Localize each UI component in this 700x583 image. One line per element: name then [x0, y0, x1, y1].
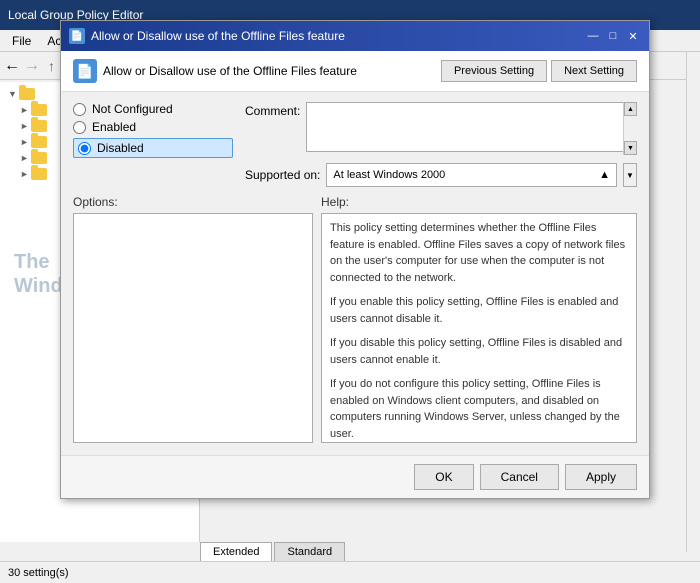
close-button[interactable]: ✕ [625, 28, 641, 44]
dialog-top-section: Not Configured Enabled Disabled Comment:… [61, 92, 649, 195]
ok-button[interactable]: OK [414, 464, 473, 490]
comment-label: Comment: [245, 104, 300, 118]
options-box [73, 213, 313, 443]
help-para-3: If you disable this policy setting, Offl… [330, 335, 628, 368]
dialog-title-bar: 📄 Allow or Disallow use of the Offline F… [61, 21, 649, 51]
menu-file[interactable]: File [4, 32, 39, 50]
radio-enabled[interactable]: Enabled [73, 120, 233, 134]
right-column: Comment: ▲ ▼ Supported on: At least Wind… [245, 102, 637, 187]
supported-scrollbar-stub: ▼ [623, 163, 637, 187]
policy-dialog: 📄 Allow or Disallow use of the Offline F… [60, 20, 650, 499]
minimize-button[interactable]: — [585, 28, 601, 44]
supported-dropdown[interactable]: At least Windows 2000 ▲ [326, 163, 617, 187]
tab-standard[interactable]: Standard [274, 542, 345, 561]
scroll-thumb-area [624, 116, 637, 141]
dialog-window-controls: — □ ✕ [585, 28, 641, 44]
cancel-button[interactable]: Cancel [480, 464, 559, 490]
help-para-2: If you enable this policy setting, Offli… [330, 294, 628, 327]
dialog-header-text: Allow or Disallow use of the Offline Fil… [103, 64, 357, 78]
comment-scrollbar: ▲ ▼ [623, 102, 637, 155]
help-para-4: If you do not configure this policy sett… [330, 376, 628, 442]
dialog-title-icon: 📄 [69, 28, 85, 44]
supported-value: At least Windows 2000 [333, 169, 445, 181]
supported-section: Supported on: At least Windows 2000 ▲ ▼ [245, 163, 637, 187]
comment-container: ▲ ▼ [306, 102, 637, 155]
help-column: Help: This policy setting determines whe… [321, 195, 637, 443]
radio-enabled-label: Enabled [92, 120, 136, 134]
forward-button[interactable]: → [24, 57, 40, 75]
status-bar: 30 setting(s) [0, 561, 700, 583]
help-para-1: This policy setting determines whether t… [330, 220, 628, 286]
comment-textarea[interactable] [306, 102, 637, 152]
dialog-header-title: 📄 Allow or Disallow use of the Offline F… [73, 59, 357, 83]
dialog-nav-buttons: Previous Setting Next Setting [441, 60, 637, 82]
options-label: Options: [73, 195, 313, 209]
policy-icon: 📄 [73, 59, 97, 83]
status-text: 30 setting(s) [8, 567, 69, 579]
radio-group: Not Configured Enabled Disabled [73, 102, 233, 187]
radio-disabled-label: Disabled [97, 141, 144, 155]
help-label: Help: [321, 195, 637, 209]
radio-not-configured-label: Not Configured [92, 102, 173, 116]
scroll-down-arrow[interactable]: ▼ [624, 141, 637, 155]
dialog-two-col: Options: Help: This policy setting deter… [61, 195, 649, 455]
right-scrollbar [686, 52, 700, 552]
maximize-button[interactable]: □ [605, 28, 621, 44]
dialog-title-left: 📄 Allow or Disallow use of the Offline F… [69, 28, 345, 44]
up-button[interactable]: ↑ [48, 58, 55, 74]
tab-bar: Extended Standard [200, 542, 347, 561]
back-button[interactable]: ← [4, 57, 20, 75]
dialog-header: 📄 Allow or Disallow use of the Offline F… [61, 51, 649, 92]
supported-label: Supported on: [245, 168, 320, 182]
tab-extended[interactable]: Extended [200, 542, 272, 561]
previous-setting-button[interactable]: Previous Setting [441, 60, 547, 82]
next-setting-button[interactable]: Next Setting [551, 60, 637, 82]
dialog-footer: OK Cancel Apply [61, 455, 649, 498]
apply-button[interactable]: Apply [565, 464, 637, 490]
comment-section: Comment: ▲ ▼ [245, 102, 637, 155]
dialog-title-text: Allow or Disallow use of the Offline Fil… [91, 29, 345, 43]
options-column: Options: [73, 195, 313, 443]
radio-disabled[interactable]: Disabled [73, 138, 233, 158]
dropdown-arrow-icon: ▲ [599, 169, 610, 181]
help-box: This policy setting determines whether t… [321, 213, 637, 443]
scroll-up-arrow[interactable]: ▲ [624, 102, 637, 116]
radio-not-configured[interactable]: Not Configured [73, 102, 233, 116]
